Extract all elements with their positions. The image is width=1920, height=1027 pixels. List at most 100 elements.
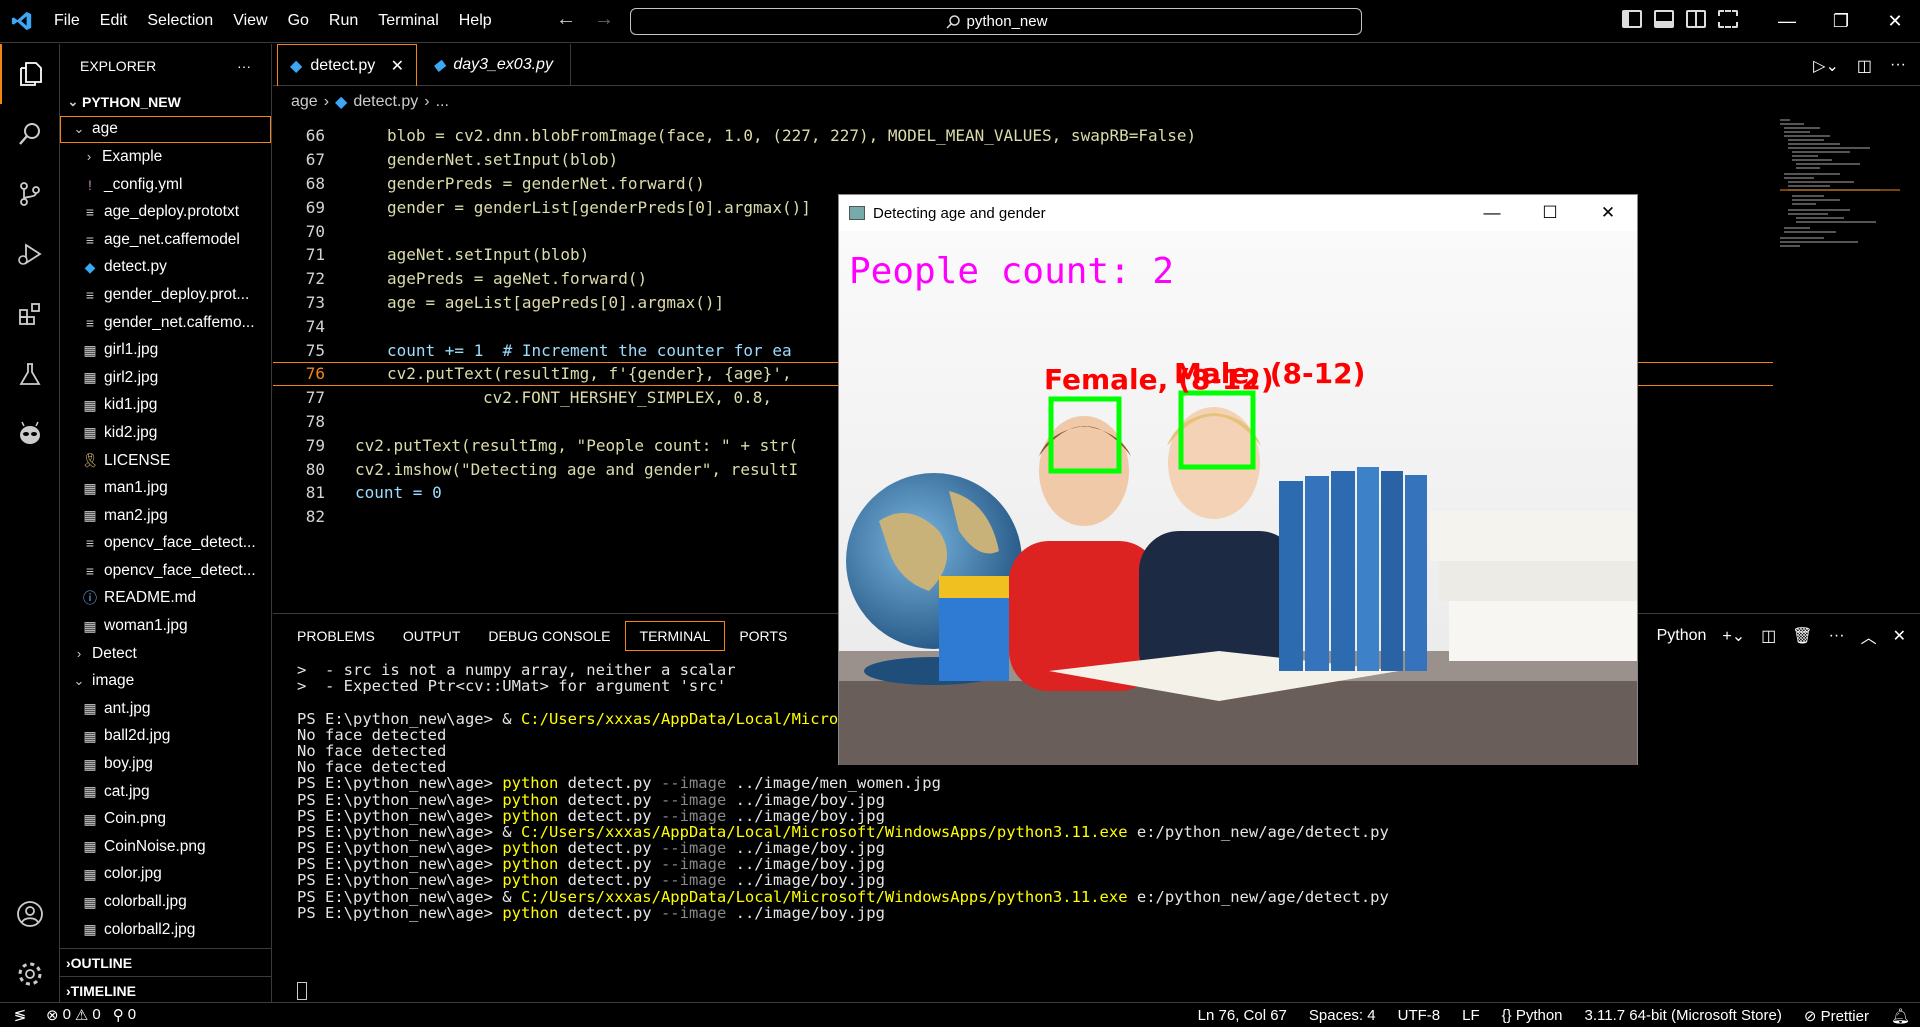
remote-icon[interactable]: ≶ <box>0 1006 40 1024</box>
search-icon[interactable] <box>0 104 60 164</box>
tree-file[interactable]: ▦ color.jpg <box>60 861 271 889</box>
settings-gear-icon[interactable] <box>0 944 60 1004</box>
tab-terminal[interactable]: TERMINAL <box>624 621 726 651</box>
tree-file[interactable]: ◆ detect.py <box>60 254 271 282</box>
split-terminal-icon[interactable]: ◫ <box>1761 626 1776 646</box>
tab-ports[interactable]: PORTS <box>725 621 801 651</box>
run-file-icon[interactable]: ▷⌄ <box>1813 56 1839 76</box>
breadcrumb-file[interactable]: detect.py <box>353 93 418 111</box>
back-arrow-icon[interactable]: ← <box>556 8 576 31</box>
ports-status[interactable]: ⚲ 0 <box>107 1006 142 1024</box>
menu-go[interactable]: Go <box>278 12 319 30</box>
end-of-line[interactable]: LF <box>1462 1007 1480 1024</box>
menu-view[interactable]: View <box>223 12 277 30</box>
minimize-icon[interactable]: — <box>1760 11 1814 32</box>
tree-file[interactable]: ≡ gender_net.caffemo... <box>60 309 271 337</box>
breadcrumb-symbol[interactable]: ... <box>436 93 449 111</box>
problems-status[interactable]: ⊗ 0 ⚠ 0 <box>40 1006 107 1024</box>
tree-file[interactable]: ▦ girl2.jpg <box>60 364 271 392</box>
new-terminal-icon[interactable]: +⌄ <box>1722 626 1745 646</box>
workspace-root[interactable]: ⌄ PYTHON_NEW <box>60 88 271 116</box>
testing-flask-icon[interactable] <box>0 344 60 404</box>
menu-file[interactable]: File <box>44 12 90 30</box>
split-editor-icon[interactable]: ◫ <box>1857 56 1872 76</box>
tab-day3-ex03-py[interactable]: ◆ day3_ex03.py <box>421 44 571 86</box>
opencv-image-window[interactable]: Detecting age and gender — ☐ ✕ People co… <box>838 194 1638 765</box>
tree-file[interactable]: ≡ gender_deploy.prot... <box>60 281 271 309</box>
tree-file[interactable]: ▦ kid1.jpg <box>60 392 271 420</box>
code-line[interactable]: 68 genderPreds = genderNet.forward() <box>273 172 1773 196</box>
extensions-icon[interactable] <box>0 284 60 344</box>
tree-folder[interactable]: › Example <box>60 143 271 171</box>
terminal-shell-label[interactable]: Python <box>1657 627 1707 645</box>
outline-section[interactable]: › OUTLINE <box>60 948 272 976</box>
tree-file[interactable]: ▦ woman1.jpg <box>60 612 271 640</box>
timeline-section[interactable]: › TIMELINE <box>60 976 272 1004</box>
tree-file[interactable]: ▦ colorball2.jpg <box>60 916 271 944</box>
notifications-bell-icon[interactable]: 🔔︎ <box>1891 1007 1910 1025</box>
language-mode[interactable]: {} Python <box>1502 1007 1563 1024</box>
code-line[interactable]: 67 genderNet.setInput(blob) <box>273 148 1773 172</box>
toggle-secondary-sidebar-icon[interactable] <box>1686 10 1706 28</box>
tree-file[interactable]: ▦ kid2.jpg <box>60 419 271 447</box>
toggle-sidebar-icon[interactable] <box>1622 10 1642 28</box>
tree-file[interactable]: ! _config.yml <box>60 171 271 199</box>
tree-file[interactable]: ▦ girl1.jpg <box>60 336 271 364</box>
tree-file[interactable]: ≡ opencv_face_detect... <box>60 557 271 585</box>
close-tab-icon[interactable]: ✕ <box>391 56 404 76</box>
tree-folder[interactable]: ⌄ age <box>60 115 271 144</box>
tree-file[interactable]: ≡ age_net.caffemodel <box>60 226 271 254</box>
menu-edit[interactable]: Edit <box>90 12 138 30</box>
tree-file[interactable]: ▦ cat.jpg <box>60 778 271 806</box>
prettier-status[interactable]: ⊘ Prettier <box>1804 1007 1869 1025</box>
more-actions-icon[interactable]: ··· <box>237 58 251 74</box>
breadcrumb-folder[interactable]: age <box>291 93 318 111</box>
tree-folder[interactable]: ⌄ image <box>60 667 271 695</box>
tree-file[interactable]: ▦ ball2d.jpg <box>60 723 271 751</box>
tree-file[interactable]: 🎗 LICENSE <box>60 447 271 475</box>
explorer-icon[interactable] <box>0 44 60 104</box>
minimap[interactable] <box>1780 116 1900 276</box>
encoding[interactable]: UTF-8 <box>1398 1007 1441 1024</box>
tree-file[interactable]: ▦ man1.jpg <box>60 474 271 502</box>
more-actions-icon[interactable]: ··· <box>1829 627 1845 645</box>
tree-file[interactable]: ▦ ant.jpg <box>60 695 271 723</box>
accounts-icon[interactable] <box>0 884 60 944</box>
tree-file[interactable]: ▦ CoinNoise.png <box>60 833 271 861</box>
command-center[interactable]: python_new <box>630 8 1362 35</box>
tab-detect-py[interactable]: ◆ detect.py ✕ <box>277 44 417 86</box>
menu-selection[interactable]: Selection <box>137 12 223 30</box>
close-icon[interactable]: ✕ <box>1579 195 1637 231</box>
minimize-icon[interactable]: — <box>1463 195 1521 231</box>
tree-file[interactable]: ≡ age_deploy.prototxt <box>60 198 271 226</box>
run-debug-icon[interactable] <box>0 224 60 284</box>
menu-help[interactable]: Help <box>449 12 502 30</box>
close-panel-icon[interactable]: ✕ <box>1893 626 1906 646</box>
tree-file[interactable]: ▦ colorball.jpg <box>60 888 271 916</box>
close-icon[interactable]: ✕ <box>1868 11 1920 32</box>
cursor-position[interactable]: Ln 76, Col 67 <box>1198 1007 1287 1024</box>
tree-file[interactable]: ≡ opencv_face_detect... <box>60 530 271 558</box>
toggle-panel-icon[interactable] <box>1654 10 1674 28</box>
tree-file[interactable]: ▦ man2.jpg <box>60 502 271 530</box>
tree-file[interactable]: ▦ Coin.png <box>60 805 271 833</box>
more-actions-icon[interactable]: ··· <box>1890 56 1906 76</box>
customize-layout-icon[interactable] <box>1718 10 1738 28</box>
tab-output[interactable]: OUTPUT <box>389 621 475 651</box>
restore-icon[interactable]: ❐ <box>1814 11 1868 32</box>
maximize-panel-icon[interactable]: ︿ <box>1861 624 1877 648</box>
trash-icon[interactable]: 🗑 <box>1792 626 1812 646</box>
maximize-icon[interactable]: ☐ <box>1521 195 1579 231</box>
menu-run[interactable]: Run <box>319 12 368 30</box>
code-line[interactable]: 66 blob = cv2.dnn.blobFromImage(face, 1.0… <box>273 124 1773 148</box>
forward-arrow-icon[interactable]: → <box>594 8 614 31</box>
source-control-icon[interactable] <box>0 164 60 224</box>
copilot-alien-icon[interactable] <box>0 404 60 464</box>
tree-folder[interactable]: › Detect <box>60 640 271 668</box>
menu-terminal[interactable]: Terminal <box>368 12 448 30</box>
tree-file[interactable]: ▦ boy.jpg <box>60 750 271 778</box>
tab-problems[interactable]: PROBLEMS <box>283 621 389 651</box>
python-interpreter[interactable]: 3.11.7 64-bit (Microsoft Store) <box>1585 1007 1782 1024</box>
tab-debug-console[interactable]: DEBUG CONSOLE <box>474 621 624 651</box>
tree-file[interactable]: ⓘ README.md <box>60 585 271 613</box>
